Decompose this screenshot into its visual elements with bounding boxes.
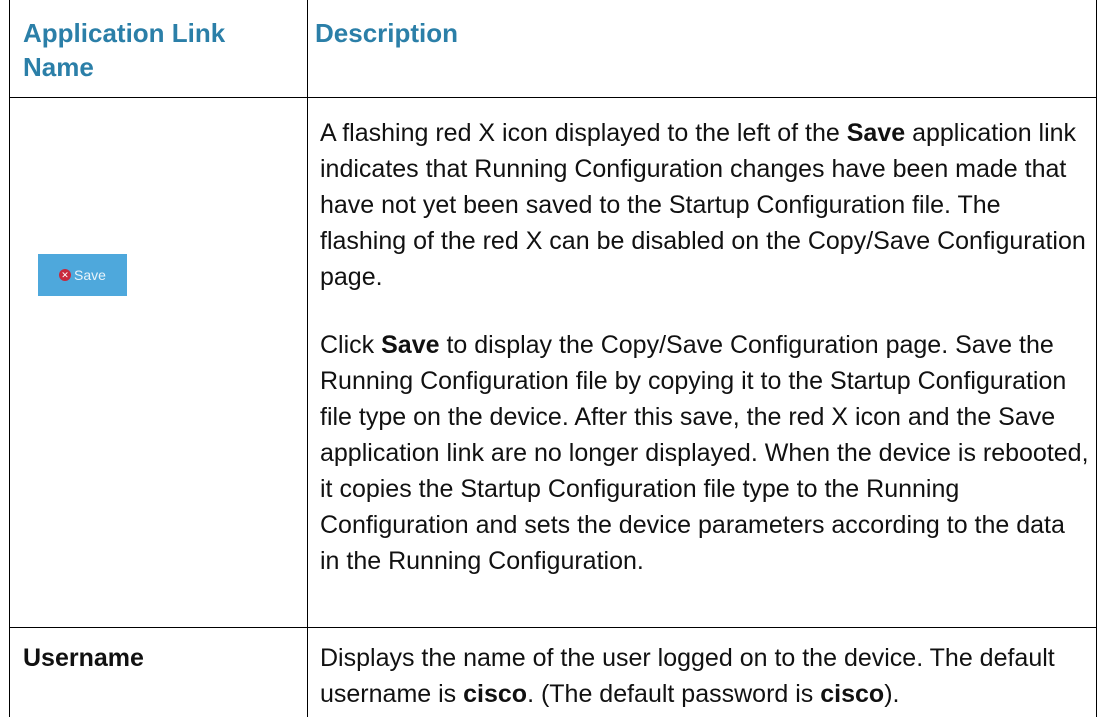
header-description: Description (315, 18, 459, 48)
save-bold: Save (846, 119, 906, 147)
column-divider (307, 0, 308, 717)
username-description: Displays the name of the user logged on … (320, 644, 1055, 708)
description-paragraph: Click Save to display the Copy/Save Conf… (320, 331, 1089, 575)
row-divider (10, 97, 1096, 98)
header-application-link-name: Application Link Name (23, 18, 226, 82)
username-cell: Username (23, 644, 144, 672)
save-application-link-image: ✕ Save (38, 254, 127, 296)
save-link-label: Save (74, 267, 106, 283)
app-link-table: Application Link Name Description ✕ Save… (9, 0, 1097, 717)
save-bold: Save (381, 331, 440, 359)
red-x-icon: ✕ (59, 269, 72, 281)
row-divider (10, 627, 1096, 628)
description-paragraph: A flashing red X icon displayed to the l… (320, 119, 1086, 291)
